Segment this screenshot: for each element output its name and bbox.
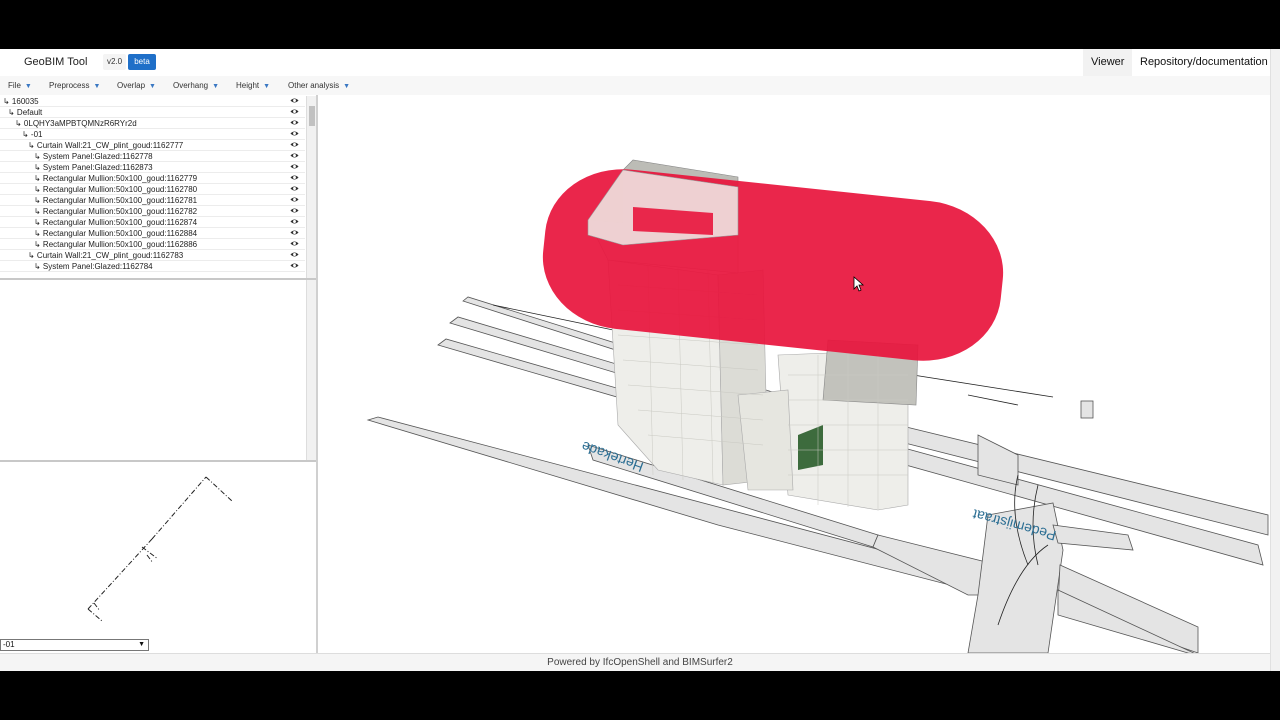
model-tree: ↳ 160035 ↳ Default ↳ 0LQHY3aMPBTQMNzR6RY… — [0, 96, 316, 278]
properties-panel — [0, 280, 316, 460]
3d-viewer[interactable]: Hertekade Pedemijstraat — [318, 95, 1270, 653]
menu-file[interactable]: File ▼ — [8, 76, 32, 95]
tree-item-label: ↳ Rectangular Mullion:50x100_goud:116278… — [34, 185, 198, 194]
eye-icon[interactable] — [290, 206, 299, 215]
tree-scrollbar[interactable] — [306, 96, 316, 278]
storey-select[interactable]: -01 ▼ — [0, 639, 149, 651]
tree-item-label: ↳ Rectangular Mullion:50x100_goud:116277… — [34, 174, 198, 183]
menu-file-label: File — [8, 81, 21, 90]
tree-item[interactable]: ↳ Rectangular Mullion:50x100_goud:116278… — [0, 206, 305, 217]
tree-scrollbar-thumb[interactable] — [309, 106, 315, 126]
chevron-down-icon: ▼ — [343, 83, 351, 90]
chevron-down-icon: ▼ — [138, 641, 145, 648]
tree-item-label: ↳ 160035 — [3, 97, 39, 106]
tree-item-label: ↳ Default — [8, 108, 43, 117]
nav-repository-documentation[interactable]: Repository/documentation — [1132, 49, 1276, 76]
eye-icon[interactable] — [290, 151, 299, 160]
tree-item[interactable]: ↳ Rectangular Mullion:50x100_goud:116288… — [0, 228, 305, 239]
tree-item[interactable]: ↳ Rectangular Mullion:50x100_goud:116278… — [0, 184, 305, 195]
storey-plan-view[interactable] — [0, 463, 316, 635]
tree-item[interactable]: ↳ 160035 — [0, 96, 305, 107]
nav-viewer[interactable]: Viewer — [1083, 49, 1133, 76]
chevron-down-icon: ▼ — [212, 83, 220, 90]
menu-preprocess[interactable]: Preprocess ▼ — [49, 76, 100, 95]
tree-item-label: ↳ Rectangular Mullion:50x100_goud:116287… — [34, 218, 198, 227]
page-scrollbar[interactable] — [1270, 49, 1280, 671]
storey-select-value: -01 — [3, 640, 15, 649]
menu-overhang-label: Overhang — [173, 81, 209, 90]
tree-item-label: ↳ Curtain Wall:21_CW_plint_goud:1162783 — [28, 251, 184, 260]
top-bar: GeoBIM Tool v2.0 beta Viewer Repository/… — [0, 49, 1280, 76]
version-badge: v2.0 — [103, 54, 127, 70]
3d-scene[interactable]: Hertekade Pedemijstraat — [318, 95, 1270, 653]
footer-text: Powered by IfcOpenShell and BIMSurfer2 — [547, 657, 733, 668]
tree-item[interactable]: ↳ System Panel:Glazed:1162873 — [0, 162, 305, 173]
eye-icon[interactable] — [290, 261, 299, 270]
tree-item-label: ↳ System Panel:Glazed:1162873 — [34, 163, 153, 172]
menu-other-analysis[interactable]: Other analysis ▼ — [288, 76, 350, 95]
tree-item-label: ↳ Curtain Wall:21_CW_plint_goud:1162777 — [28, 141, 184, 150]
app-title[interactable]: GeoBIM Tool — [24, 56, 87, 68]
tree-item[interactable]: ↳ 0LQHY3aMPBTQMNzR6RYr2d — [0, 118, 305, 129]
menu-overlap-label: Overlap — [117, 81, 146, 90]
menu-overlap[interactable]: Overlap ▼ — [117, 76, 156, 95]
eye-icon[interactable] — [290, 184, 299, 193]
panel-divider[interactable] — [0, 460, 317, 462]
tree-item[interactable]: ↳ Default — [0, 107, 305, 118]
tree-item[interactable]: ↳ System Panel:Glazed:1162778 — [0, 151, 305, 162]
tree-item[interactable]: ↳ Rectangular Mullion:50x100_goud:116287… — [0, 217, 305, 228]
menu-height-label: Height — [236, 81, 260, 90]
chevron-down-icon: ▼ — [24, 83, 32, 90]
beta-badge: beta — [128, 54, 156, 70]
eye-icon[interactable] — [290, 239, 299, 248]
tree-item-label: ↳ Rectangular Mullion:50x100_goud:116278… — [34, 196, 198, 205]
eye-icon[interactable] — [290, 217, 299, 226]
chevron-down-icon: ▼ — [263, 83, 271, 90]
tree-item[interactable]: ↳ Curtain Wall:21_CW_plint_goud:1162777 — [0, 140, 305, 151]
tree-item-label: ↳ 0LQHY3aMPBTQMNzR6RYr2d — [15, 119, 137, 128]
eye-icon[interactable] — [290, 129, 299, 138]
app-window: GeoBIM Tool v2.0 beta Viewer Repository/… — [0, 49, 1280, 671]
tree-item[interactable]: ↳ -01 — [0, 129, 305, 140]
eye-icon[interactable] — [290, 195, 299, 204]
chevron-down-icon: ▼ — [149, 83, 156, 90]
footer: Powered by IfcOpenShell and BIMSurfer2 — [0, 653, 1280, 671]
eye-icon[interactable] — [290, 250, 299, 259]
eye-icon[interactable] — [290, 228, 299, 237]
menu-overhang[interactable]: Overhang ▼ — [173, 76, 219, 95]
eye-icon[interactable] — [290, 173, 299, 182]
tree-item[interactable]: ↳ Rectangular Mullion:50x100_goud:116288… — [0, 239, 305, 250]
tree-item-label: ↳ System Panel:Glazed:1162778 — [34, 152, 153, 161]
tree-item-label: ↳ System Panel:Glazed:1162784 — [34, 262, 153, 271]
eye-icon[interactable] — [290, 118, 299, 127]
eye-icon[interactable] — [290, 162, 299, 171]
tree-item-label: ↳ -01 — [22, 130, 43, 139]
properties-scrollbar[interactable] — [306, 280, 316, 460]
tree-item[interactable]: ↳ Rectangular Mullion:50x100_goud:116278… — [0, 195, 305, 206]
tree-item-label: ↳ Rectangular Mullion:50x100_goud:116288… — [34, 240, 198, 249]
tree-item-label: ↳ Rectangular Mullion:50x100_goud:116288… — [34, 229, 198, 238]
menu-height[interactable]: Height ▼ — [236, 76, 270, 95]
tree-item[interactable]: ↳ Rectangular Mullion:50x100_goud:116277… — [0, 173, 305, 184]
menu-preprocess-label: Preprocess — [49, 81, 90, 90]
menu-bar: File ▼ Preprocess ▼ Overlap ▼ Overhang ▼ Hei… — [0, 76, 1280, 95]
tree-item-label: ↳ Rectangular Mullion:50x100_goud:116278… — [34, 207, 198, 216]
eye-icon[interactable] — [290, 140, 299, 149]
tree-item[interactable]: ↳ Curtain Wall:21_CW_plint_goud:1162783 — [0, 250, 305, 261]
eye-icon[interactable] — [290, 96, 299, 105]
eye-icon[interactable] — [290, 107, 299, 116]
tree-item[interactable]: ↳ System Panel:Glazed:1162784 — [0, 261, 305, 272]
chevron-down-icon: ▼ — [93, 83, 101, 90]
menu-other-analysis-label: Other analysis — [288, 81, 340, 90]
